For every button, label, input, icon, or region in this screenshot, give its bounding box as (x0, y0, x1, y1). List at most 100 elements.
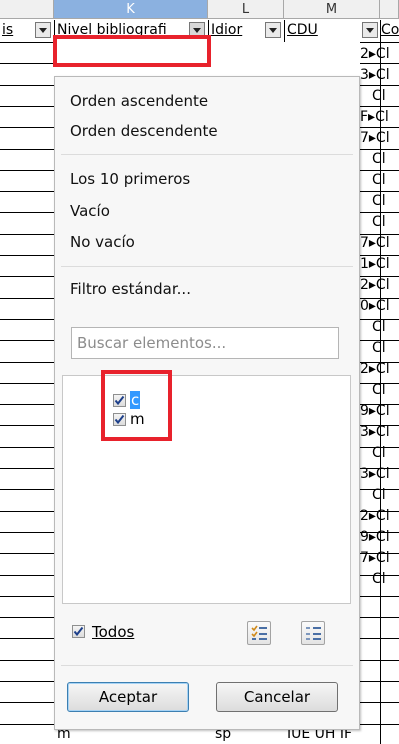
filter-dropdown-button-j[interactable] (35, 22, 51, 38)
cell-n11: 1▸Cl (360, 256, 390, 272)
grid-row-line (360, 659, 399, 661)
grid-row-line (0, 617, 54, 619)
cell-n12: 2▸Cl (360, 277, 390, 293)
grid-row-line (0, 276, 54, 278)
grid-row-line (360, 276, 399, 278)
ok-button[interactable]: Aceptar (67, 682, 189, 712)
grid-row-line (360, 702, 399, 704)
grid-row-line (360, 255, 399, 256)
menu-sort-ascending[interactable]: Orden ascendente (70, 91, 208, 111)
filter-dropdown-button-m[interactable] (362, 22, 378, 38)
all-label[interactable]: Todos (92, 623, 134, 641)
header-cell-left-fragment: is (2, 22, 14, 38)
unselect-all-button[interactable] (301, 621, 325, 645)
grid-row-line (0, 638, 54, 640)
cell-n26: Cl (372, 571, 386, 587)
uncheck-list-icon (306, 627, 321, 640)
grid-row-line (0, 489, 54, 491)
grid-row-line (360, 318, 399, 320)
cell-n24: 9▸Cl (360, 529, 390, 545)
grid-row-line (360, 617, 399, 619)
cell-n1: 2▸Cl (360, 46, 390, 62)
grid-row-line (0, 233, 54, 235)
checkbox-all[interactable] (72, 625, 85, 638)
cell-n14: Cl (372, 319, 386, 335)
cell-n22: Cl (372, 487, 386, 503)
grid-row-line (0, 297, 54, 299)
grid-row-line (0, 468, 54, 469)
cell-n13: 0▸Cl (360, 298, 390, 314)
column-header-j[interactable] (0, 0, 54, 19)
column-header-k[interactable]: K (54, 0, 208, 19)
grid-row-line (360, 191, 399, 193)
select-all-button[interactable] (247, 621, 271, 645)
grid-row-line (360, 233, 399, 235)
header-cell-idioma: Idior (211, 22, 243, 38)
grid-vline (284, 20, 285, 42)
grid-row-line (0, 425, 54, 427)
grid-row-line (0, 127, 54, 129)
grid-row-line (0, 723, 54, 725)
grid-row-line (0, 340, 54, 342)
cell-n4: F▸Cl (360, 109, 389, 125)
grid-row-line (0, 702, 54, 704)
grid-row-line (360, 297, 399, 299)
check-list-icon (251, 625, 267, 640)
grid-row-line (360, 553, 399, 555)
column-header-l[interactable]: L (208, 0, 284, 19)
grid-row-line (360, 404, 399, 406)
cell-n9: Cl (372, 214, 386, 230)
grid-row-line (0, 212, 54, 214)
grid-row-line (0, 531, 54, 533)
header-cell-cdu: CDU (287, 22, 318, 38)
menu-sort-descending[interactable]: Orden descendente (70, 121, 218, 141)
menu-empty[interactable]: Vacío (70, 201, 110, 221)
cell-n7: Cl (372, 172, 386, 188)
column-header-m[interactable]: M (284, 0, 380, 19)
grid-row-line (360, 468, 399, 469)
grid-row-line (0, 510, 54, 512)
autofilter-popup[interactable]: Orden ascendente Orden descendente Los 1… (54, 76, 360, 730)
grid-row-line (360, 382, 399, 384)
cell-n23: 2▸Cl (360, 508, 390, 524)
cancel-button[interactable]: Cancelar (216, 682, 338, 712)
grid-row-line (0, 404, 54, 406)
cell-n21: 3▸Cl (360, 466, 390, 482)
grid-row-line (0, 361, 54, 363)
cell-n5: 7▸Cl (360, 130, 390, 146)
grid-row-line (360, 340, 399, 342)
grid-row-line (0, 681, 54, 682)
grid-row-line (360, 361, 399, 363)
grid-row-line (360, 723, 399, 725)
grid-row-line (0, 42, 54, 43)
grid-row-line (0, 255, 54, 256)
grid-row-line (0, 659, 54, 661)
menu-separator (61, 266, 353, 267)
grid-row-line (0, 84, 54, 86)
grid-row-line (0, 105, 54, 107)
grid-row-line (360, 212, 399, 214)
cell-n25: 7▸Cl (360, 550, 390, 566)
cell-n8: Cl (372, 193, 386, 209)
menu-standard-filter[interactable]: Filtro estándar... (70, 279, 191, 299)
highlight-box-header (53, 35, 211, 67)
grid-row-line (0, 574, 54, 576)
filter-dropdown-button-l[interactable] (265, 22, 281, 38)
header-cell-right-fragment: Co (381, 22, 399, 38)
column-header-n[interactable] (380, 0, 399, 19)
menu-top-10[interactable]: Los 10 primeros (70, 169, 190, 189)
grid-row-line (360, 127, 399, 129)
grid-row-line (0, 318, 54, 320)
grid-row-line (0, 191, 54, 193)
highlight-box-items (101, 370, 172, 441)
grid-row-line (360, 574, 399, 576)
grid-row-line (0, 169, 54, 171)
grid-row-line (360, 42, 399, 43)
value-list[interactable]: c m (62, 370, 351, 604)
grid-row-line (360, 84, 399, 86)
grid-row-line (360, 531, 399, 533)
grid-row-line (360, 510, 399, 512)
search-input[interactable]: Buscar elementos... (71, 327, 339, 359)
grid-row-line (0, 148, 54, 150)
menu-not-empty[interactable]: No vacío (70, 232, 135, 252)
